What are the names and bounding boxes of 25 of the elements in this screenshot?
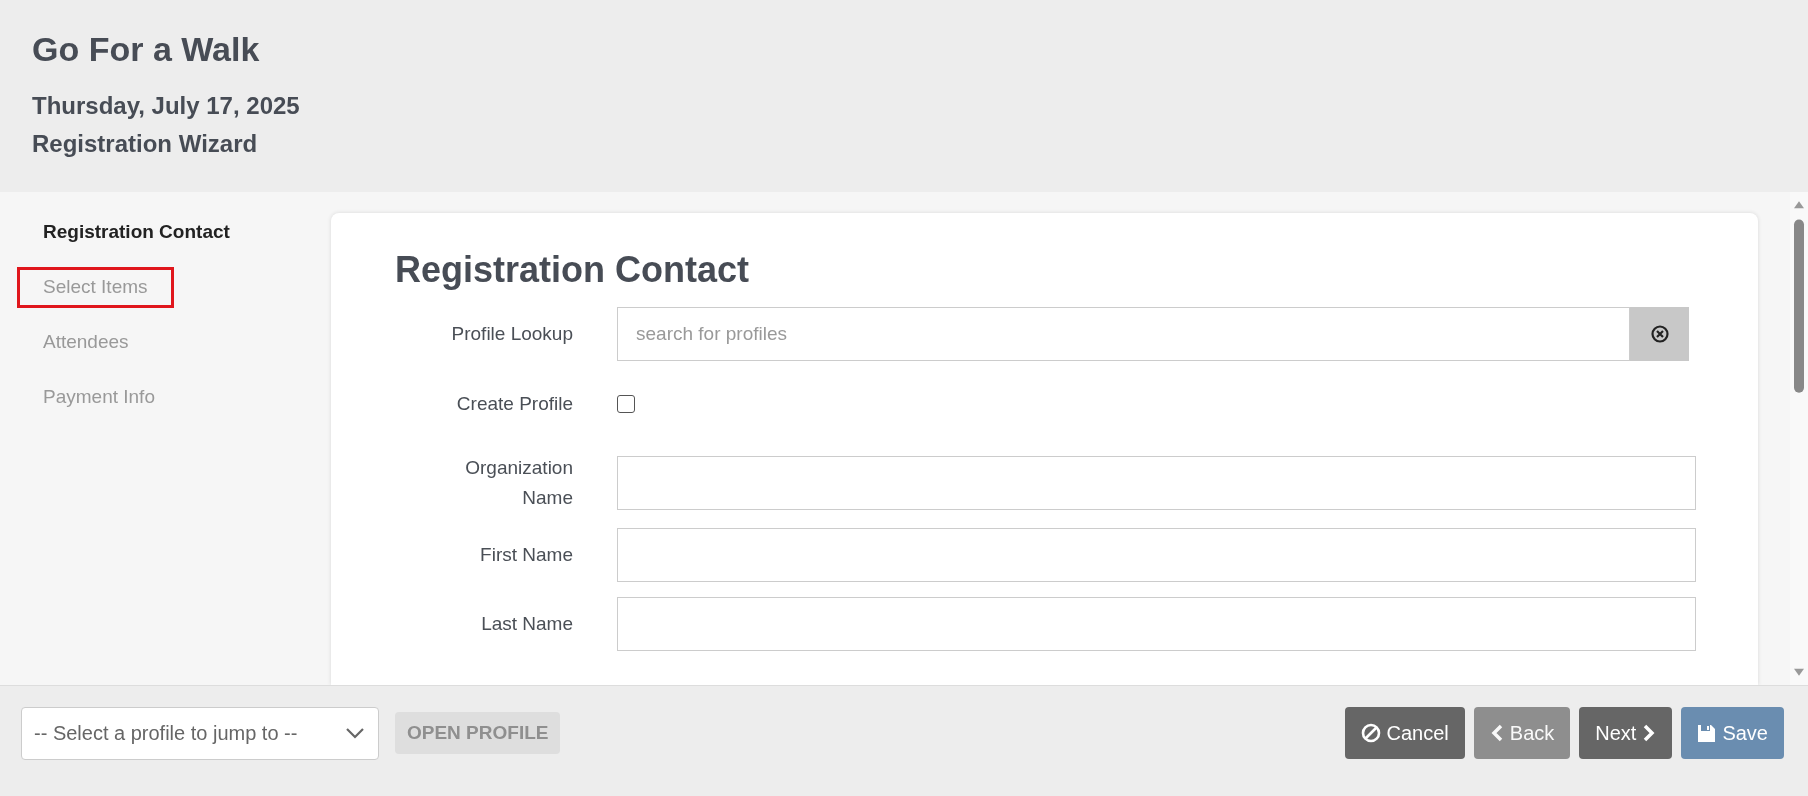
checkbox[interactable] xyxy=(617,395,635,413)
field-label: Organization Name xyxy=(464,456,573,510)
profile-select[interactable]: -- Select a profile to jump to -- xyxy=(21,706,379,760)
prohibited-icon xyxy=(1360,723,1381,743)
clear-button[interactable] xyxy=(1630,307,1689,361)
field-label: Create Profile xyxy=(455,392,573,416)
field-label: First Name xyxy=(479,543,573,567)
save-button[interactable]: Save xyxy=(1681,707,1784,759)
wizard-step[interactable]: Attendees xyxy=(17,322,155,363)
wizard-step[interactable]: Registration Contact xyxy=(17,212,256,253)
wizard-step[interactable]: Payment Info xyxy=(17,377,181,418)
cancel-button[interactable]: Cancel xyxy=(1344,707,1465,759)
close-icon xyxy=(1649,324,1670,344)
next-button[interactable]: Next xyxy=(1579,707,1673,759)
search-field[interactable]: search for profiles xyxy=(617,307,1630,361)
field-label: Last Name xyxy=(480,612,573,636)
page-title: Go For a Walk xyxy=(32,30,261,69)
wizard-step[interactable]: Select Items xyxy=(17,267,174,308)
wizard-subtitle: Registration Wizard xyxy=(32,129,259,159)
chevron-down-icon xyxy=(346,727,364,739)
chevron-right-icon xyxy=(1642,724,1657,742)
chevron-left-icon xyxy=(1489,724,1504,742)
field-label: Profile Lookup xyxy=(450,322,573,346)
form-heading: Registration Contact xyxy=(395,249,751,291)
event-date: Thursday, July 17, 2025 xyxy=(32,91,301,121)
